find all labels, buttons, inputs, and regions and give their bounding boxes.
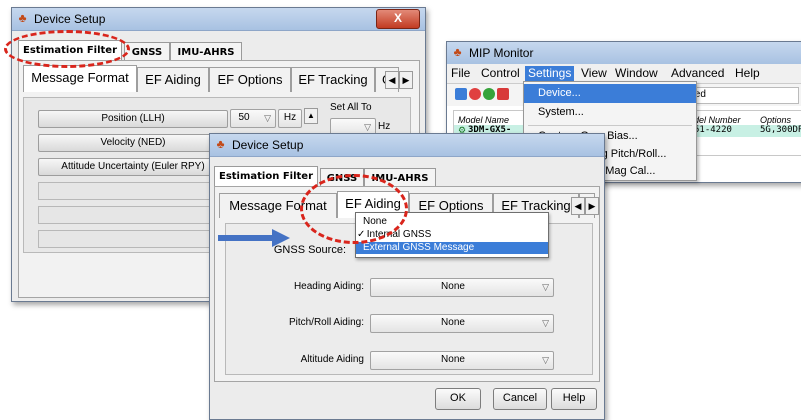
title-bar[interactable]: ♣ MIP Monitor	[447, 42, 801, 65]
window-title: Device Setup	[34, 12, 106, 26]
chevron-down-icon: ▽	[542, 355, 549, 365]
callout-arrow-icon	[218, 229, 290, 247]
altitude-aiding-dropdown[interactable]: None ▽	[370, 351, 554, 370]
message-row-position[interactable]: Position (LLH)	[38, 110, 228, 128]
ok-button[interactable]: OK	[435, 388, 481, 410]
app-logo-icon: ♣	[216, 137, 225, 151]
menu-item-device[interactable]: Device...	[524, 84, 696, 103]
rate-value: 50	[238, 112, 250, 123]
status-field: ted	[687, 87, 799, 104]
callout-ellipse-estimation-filter	[4, 30, 130, 68]
menu-help[interactable]: Help	[735, 66, 760, 81]
stop-icon[interactable]	[469, 88, 481, 100]
close-button[interactable]: X	[376, 9, 420, 29]
altitude-aiding-label: Altitude Aiding	[300, 354, 364, 365]
subtab-message-format[interactable]: Message Format	[23, 65, 137, 92]
menu-advanced[interactable]: Advanced	[671, 66, 724, 81]
subtab-ef-aiding[interactable]: EF Aiding	[137, 67, 209, 92]
subtab-ef-tracking[interactable]: EF Tracking	[291, 67, 375, 92]
header-model-name: Model Name	[458, 115, 510, 125]
message-row-velocity[interactable]: Velocity (NED)	[38, 134, 228, 152]
callout-ellipse-ef-aiding	[300, 174, 408, 244]
unit-value: Hz	[283, 112, 297, 123]
chevron-down-icon: ▽	[542, 318, 549, 328]
header-model-number: del Number	[694, 115, 741, 125]
message-row-empty[interactable]	[38, 230, 228, 248]
tab-gnss[interactable]: GNSS	[124, 42, 170, 61]
heading-aiding-label: Heading Aiding:	[293, 281, 364, 292]
scroll-left-icon[interactable]: ◀	[571, 197, 585, 215]
message-row-empty[interactable]	[38, 182, 228, 200]
device-setup-window-front: ♣ Device Setup Estimation Filter GNSS IM…	[209, 133, 605, 420]
menu-view[interactable]: View	[581, 66, 607, 81]
scroll-right-icon[interactable]: ▶	[399, 71, 413, 89]
set-all-unit: Hz	[378, 121, 391, 132]
cancel-button[interactable]: Cancel	[493, 388, 547, 410]
pitch-roll-aiding-dropdown[interactable]: None ▽	[370, 314, 554, 333]
title-bar[interactable]: ♣ Device Setup	[210, 134, 604, 157]
window-title: MIP Monitor	[469, 46, 534, 60]
record-icon[interactable]	[497, 88, 509, 100]
menu-separator	[528, 125, 692, 126]
row-label: Attitude Uncertainty (Euler RPY)	[61, 161, 205, 172]
chevron-down-icon: ▽	[542, 282, 549, 292]
title-bar[interactable]: ♣ Device Setup X	[12, 8, 425, 31]
pitch-roll-aiding-value: None	[441, 317, 465, 328]
tab-imu-ahrs[interactable]: IMU-AHRS	[170, 42, 242, 61]
gnss-option-external[interactable]: External GNSS Message	[356, 242, 548, 254]
help-button[interactable]: Help	[551, 388, 597, 410]
menu-settings[interactable]: Settings	[525, 66, 575, 81]
tab-estimation-filter[interactable]: Estimation Filter	[214, 166, 318, 187]
menu-window[interactable]: Window	[615, 66, 658, 81]
chevron-down-icon: ▽	[264, 113, 271, 123]
scrollbar-up-icon[interactable]: ▲	[304, 108, 318, 124]
pitch-roll-aiding-label: Pitch/Roll Aiding:	[288, 317, 364, 328]
altitude-aiding-value: None	[441, 354, 465, 365]
heading-aiding-value: None	[441, 281, 465, 292]
heading-aiding-dropdown[interactable]: None ▽	[370, 278, 554, 297]
header-options: Options	[760, 115, 792, 125]
connect-icon[interactable]	[455, 88, 467, 100]
row-label: Velocity (NED)	[100, 137, 166, 148]
cell-options: 5G,300DP	[760, 125, 801, 135]
set-all-label: Set All To	[330, 102, 372, 113]
menu-control[interactable]: Control	[481, 66, 520, 81]
message-row-empty[interactable]	[38, 206, 228, 224]
unit-label-box: Hz	[278, 109, 302, 128]
run-icon[interactable]	[483, 88, 495, 100]
message-row-attitude-uncertainty[interactable]: Attitude Uncertainty (Euler RPY)	[38, 158, 228, 176]
menu-file[interactable]: File	[451, 66, 470, 81]
cell-model-number: 51-4220	[694, 125, 732, 135]
scroll-right-icon[interactable]: ▶	[585, 197, 599, 215]
app-logo-icon: ♣	[18, 11, 27, 25]
app-logo-icon: ♣	[453, 45, 462, 59]
scroll-left-icon[interactable]: ◀	[385, 71, 399, 89]
rate-dropdown[interactable]: 50 ▽	[230, 109, 276, 128]
subtab-ef-options[interactable]: EF Options	[209, 67, 291, 92]
row-label: Position (LLH)	[101, 113, 165, 124]
menu-item-system[interactable]: System...	[524, 103, 696, 122]
window-title: Device Setup	[232, 138, 304, 152]
